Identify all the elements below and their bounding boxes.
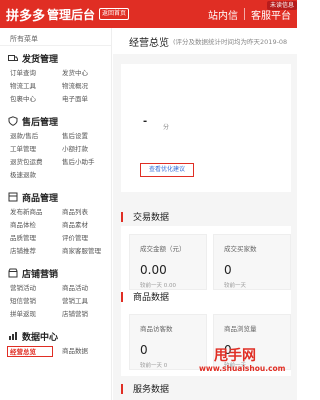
sidebar-item-goods-activity[interactable]: 商品活动 — [62, 283, 114, 294]
group-title-data-center: 数据中心 — [22, 332, 59, 343]
group-header-shipping[interactable]: 发货管理 — [0, 50, 111, 66]
score-card: - 分 查看优化建议 — [121, 64, 291, 192]
trade-section-accent — [121, 212, 123, 222]
sidebar-item-return-shipping[interactable]: 退货包运费 — [10, 157, 62, 168]
service-section-title: 服务数据 — [133, 385, 170, 395]
group-header-after-sale[interactable]: 售后管理 — [0, 113, 111, 129]
sidebar-item-reviews[interactable]: 评价管理 — [62, 233, 114, 244]
metric-label: 成交金额（元） — [140, 245, 186, 253]
header-actions: 站内信 客服平台 未读信息 — [208, 0, 297, 28]
group-shop-marketing: 店铺营销 营销活动 商品活动 短信营销 营销工具 拼单返现 店铺营销 — [0, 265, 111, 320]
goods-icon — [8, 192, 18, 202]
sidebar-item-refund[interactable]: 退款/售后 — [10, 131, 62, 142]
metric-label: 成交买家数 — [224, 245, 257, 253]
inbox-link[interactable]: 站内信 — [208, 7, 238, 22]
all-menu-link[interactable]: 所有菜单 — [0, 28, 111, 46]
sidebar-item-shop-marketing[interactable]: 店铺营销 — [62, 309, 114, 320]
pdd-logo[interactable]: 拼多多 — [6, 5, 45, 24]
sidebar-item-goods-data[interactable]: 商品数据 — [62, 346, 114, 357]
metric-goods-visitors[interactable]: 商品访客数 0 较前一天 0 — [129, 314, 207, 370]
metric-value: 0.00 — [140, 263, 167, 277]
group-header-goods[interactable]: 商品管理 — [0, 189, 111, 205]
sidebar-item-parcel-center[interactable]: 包裹中心 — [10, 94, 62, 105]
metric-compare: 较前一天 — [224, 283, 247, 289]
sidebar-item-e-waybill[interactable]: 电子面单 — [62, 94, 114, 105]
service-section-accent — [121, 384, 123, 394]
main-content: 经营总览 (评分及数据统计时间均为昨天2019-08 - 分 查看优化建议 交易… — [113, 28, 297, 400]
group-data-center: 数据中心 经营总览 商品数据 — [0, 328, 111, 357]
group-title-shipping: 发货管理 — [22, 54, 59, 65]
group-header-data-center[interactable]: 数据中心 — [0, 328, 111, 344]
metric-label: 商品浏览量 — [224, 325, 257, 333]
sidebar-item-marketing-tools[interactable]: 营销工具 — [62, 296, 114, 307]
admin-title: 管理后台 — [47, 7, 96, 22]
score-value: - — [143, 116, 148, 127]
sidebar-item-order-query[interactable]: 订单查询 — [10, 68, 62, 79]
page-title: 经营总览 — [129, 37, 169, 49]
goods-section-title: 商品数据 — [133, 293, 170, 303]
goods-section-accent — [121, 292, 123, 302]
metric-trade-amount[interactable]: 成交金额（元） 0.00 较前一天 0.00 — [129, 234, 207, 290]
back-home-button[interactable]: 返回首页 — [99, 8, 130, 20]
sidebar-item-after-sale-helper[interactable]: 售后小助手 — [62, 157, 114, 168]
group-title-shop-marketing: 店铺营销 — [22, 269, 59, 280]
group-header-shop-marketing[interactable]: 店铺营销 — [0, 265, 111, 281]
metric-compare: 较前一天 0.00 — [140, 283, 176, 289]
group-title-goods: 商品管理 — [22, 193, 59, 204]
trade-section-title: 交易数据 — [133, 213, 170, 223]
truck-icon — [8, 55, 18, 61]
top-header: 拼多多 管理后台 返回首页 站内信 客服平台 未读信息 — [0, 0, 297, 28]
view-suggestions-button[interactable]: 查看优化建议 — [140, 163, 194, 177]
shop-icon — [8, 268, 18, 278]
data-icon — [9, 332, 17, 340]
sidebar-item-sms-marketing[interactable]: 短信营销 — [10, 296, 62, 307]
group-goods: 商品管理 发布新商品 商品列表 商品体检 商品素材 品质管理 评价管理 店铺推荐… — [0, 189, 111, 257]
sidebar-item-logistics-tools[interactable]: 物流工具 — [10, 81, 62, 92]
sidebar-item-service-manage[interactable]: 商家客服管理 — [62, 246, 114, 257]
title-bar: 经营总览 (评分及数据统计时间均为昨天2019-08 — [113, 28, 297, 54]
sidebar-item-after-sale-settings[interactable]: 售后设置 — [62, 131, 114, 142]
sidebar-item-fast-refund[interactable]: 极速退款 — [10, 170, 62, 181]
sidebar-item-publish[interactable]: 发布新商品 — [10, 207, 62, 218]
page-subtitle: (评分及数据统计时间均为昨天2019-08 — [173, 38, 288, 46]
metric-label: 商品访客数 — [140, 325, 173, 333]
sidebar-item-ticket[interactable]: 工单管理 — [10, 144, 62, 155]
group-shipping: 发货管理 订单查询 发货中心 物流工具 物流概况 包裹中心 电子面单 — [0, 50, 111, 105]
unread-badge: 未读信息 — [266, 1, 297, 10]
sidebar-item-goods-check[interactable]: 商品体检 — [10, 220, 62, 231]
sidebar: 所有菜单 发货管理 订单查询 发货中心 物流工具 物流概况 包裹中心 电子面单 … — [0, 28, 112, 400]
sidebar-item-goods-material[interactable]: 商品素材 — [62, 220, 114, 231]
score-unit: 分 — [163, 124, 170, 131]
metric-value: 0 — [224, 263, 232, 277]
sidebar-item-marketing-activity[interactable]: 营销活动 — [10, 283, 62, 294]
metric-value: 0 — [140, 343, 148, 357]
after-sale-icon — [8, 116, 18, 126]
header-divider — [244, 8, 245, 20]
watermark-url: www.shuaishou.com — [199, 364, 286, 373]
watermark-cn: 甩手网 — [214, 348, 256, 364]
sidebar-item-business-overview[interactable]: 经营总览 — [7, 346, 53, 357]
sidebar-item-ship-center[interactable]: 发货中心 — [62, 68, 114, 79]
metric-trade-buyers[interactable]: 成交买家数 0 较前一天 — [213, 234, 291, 290]
sidebar-item-shop-recommend[interactable]: 店铺推荐 — [10, 246, 62, 257]
sidebar-item-cashback[interactable]: 拼单返现 — [10, 309, 62, 320]
sidebar-item-logistics-overview[interactable]: 物流概况 — [62, 81, 114, 92]
group-after-sale: 售后管理 退款/售后 售后设置 工单管理 小额打款 退货包运费 售后小助手 极速… — [0, 113, 111, 181]
metric-compare: 较前一天 0 — [140, 363, 168, 369]
sidebar-item-small-payment[interactable]: 小额打款 — [62, 144, 114, 155]
sidebar-item-goods-list[interactable]: 商品列表 — [62, 207, 114, 218]
sidebar-item-quality[interactable]: 品质管理 — [10, 233, 62, 244]
group-title-after-sale: 售后管理 — [22, 117, 59, 128]
